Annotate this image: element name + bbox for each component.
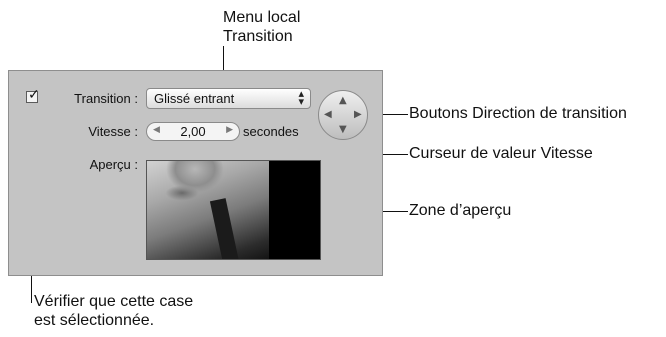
apercu-preview	[146, 160, 321, 260]
apercu-label: Aperçu :	[89, 157, 138, 172]
triangle-up-icon[interactable]: ▲	[339, 96, 347, 106]
checkmark-icon: ✓	[28, 87, 40, 103]
transition-select-value: Glissé entrant	[154, 91, 235, 106]
callout-zone-apercu: Zone d’aperçu	[409, 202, 512, 219]
triangle-down-icon[interactable]: ▼	[339, 125, 347, 135]
callout-menu-local-line2: Transition	[223, 28, 293, 45]
callout-curseur-vitesse: Curseur de valeur Vitesse	[409, 145, 593, 162]
vitesse-unit: secondes	[243, 124, 299, 139]
direction-pad[interactable]: ▲ ◀ ▶ ▼	[318, 90, 368, 140]
triangle-left-icon[interactable]: ◀	[324, 110, 332, 120]
vitesse-label: Vitesse :	[88, 124, 138, 139]
callout-boutons-direction: Boutons Direction de transition	[409, 105, 627, 122]
enable-checkbox[interactable]: ✓	[26, 87, 40, 103]
up-down-arrows-icon: ▴ ▾	[298, 87, 304, 108]
callout-verifier-line1: Vérifier que cette case	[34, 293, 194, 310]
callout-verifier-line2: est sélectionnée.	[34, 312, 155, 329]
transition-label: Transition :	[74, 91, 138, 106]
vitesse-stepper[interactable]: ◀ 2,00 ▶	[146, 122, 240, 141]
transition-select[interactable]: Glissé entrant ▴ ▾	[146, 88, 311, 109]
triangle-right-icon[interactable]: ▶	[354, 110, 362, 120]
callout-menu-local: Menu local Transition	[223, 8, 300, 46]
callout-verifier: Vérifier que cette case est sélectionnée…	[34, 292, 193, 330]
preview-image	[147, 161, 269, 259]
callout-menu-local-line1: Menu local	[223, 9, 301, 26]
triangle-right-icon[interactable]: ▶	[226, 125, 233, 135]
